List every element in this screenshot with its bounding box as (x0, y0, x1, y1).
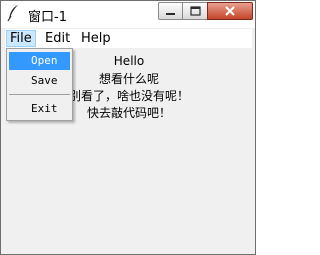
minimize-icon (166, 13, 175, 15)
window-title: 窗口-1 (28, 10, 67, 25)
menu-item-open[interactable]: Open (9, 52, 70, 70)
close-icon (225, 6, 235, 16)
menu-item-save[interactable]: Save (9, 72, 70, 90)
menu-separator (9, 94, 70, 95)
app-window: 窗口-1 File Edit Help Hello 想看什么呢 别看了，啥也没有… (0, 0, 256, 255)
minimize-button[interactable] (158, 2, 183, 20)
menu-help[interactable]: Help (78, 30, 114, 47)
menu-item-exit[interactable]: Exit (9, 100, 70, 118)
menu-bar: File Edit Help (5, 29, 252, 48)
feather-icon (5, 3, 23, 23)
maximize-button[interactable] (182, 2, 208, 20)
file-dropdown-menu: Open Save Exit (6, 48, 73, 121)
close-button[interactable] (207, 2, 253, 20)
maximize-icon (190, 6, 201, 16)
title-bar[interactable]: 窗口-1 (1, 1, 255, 28)
menu-file[interactable]: File (6, 30, 36, 47)
menu-edit[interactable]: Edit (42, 30, 73, 47)
